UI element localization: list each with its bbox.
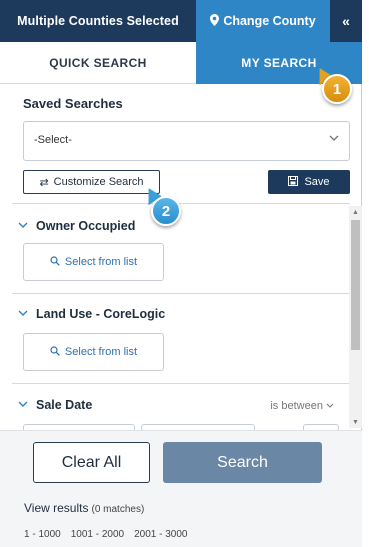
callout-badge-1: 1 bbox=[322, 74, 352, 104]
change-county-label: Change County bbox=[223, 14, 316, 28]
scroll-down-arrow-icon[interactable]: ▼ bbox=[349, 416, 362, 428]
customize-search-label: Customize Search bbox=[53, 176, 144, 188]
filter-title: Owner Occupied bbox=[36, 219, 136, 233]
filter-title: Land Use - CoreLogic bbox=[36, 307, 166, 321]
callout-badge-2: 2 bbox=[151, 196, 181, 226]
result-range-link[interactable]: 1 - 1000 bbox=[24, 529, 61, 540]
filter-title: Sale Date bbox=[36, 398, 93, 412]
tab-quick-search[interactable]: QUICK SEARCH bbox=[0, 42, 196, 84]
scroll-up-arrow-icon[interactable]: ▲ bbox=[349, 206, 362, 218]
clear-all-button[interactable]: Clear All bbox=[33, 442, 150, 483]
search-tabs: QUICK SEARCH MY SEARCH bbox=[0, 42, 362, 84]
sale-date-operator-dropdown[interactable]: is between bbox=[270, 400, 334, 412]
chevron-down-icon bbox=[326, 400, 334, 412]
swap-arrows-icon: ⇄ bbox=[39, 176, 49, 189]
owner-occupied-select-from-list-button[interactable]: Select from list bbox=[23, 243, 164, 281]
top-bar: Multiple Counties Selected Change County… bbox=[0, 0, 362, 42]
filter-scrollbar[interactable]: ▲ ▼ bbox=[349, 206, 362, 428]
chevron-down-icon bbox=[18, 220, 28, 232]
match-count: (0 matches) bbox=[91, 504, 145, 515]
multiple-counties-label: Multiple Counties Selected bbox=[17, 14, 179, 28]
select-from-list-label: Select from list bbox=[64, 256, 138, 268]
search-icon bbox=[50, 345, 60, 359]
chevron-down-icon bbox=[329, 132, 339, 146]
saved-search-select[interactable]: -Select- bbox=[23, 121, 350, 161]
divider bbox=[12, 383, 350, 384]
result-range-link[interactable]: 1001 - 2000 bbox=[71, 529, 124, 540]
search-panel: Multiple Counties Selected Change County… bbox=[0, 0, 362, 547]
save-button[interactable]: Save bbox=[268, 170, 350, 194]
search-footer: Clear All Search View results (0 matches)… bbox=[0, 430, 362, 547]
chevron-down-icon bbox=[18, 308, 28, 320]
map-pin-icon bbox=[210, 13, 220, 29]
operator-label: is between bbox=[270, 400, 323, 412]
divider bbox=[12, 293, 350, 294]
filter-land-use-header[interactable]: Land Use - CoreLogic bbox=[18, 307, 165, 321]
select-from-list-label: Select from list bbox=[64, 346, 138, 358]
save-label: Save bbox=[304, 176, 330, 188]
search-icon bbox=[50, 255, 60, 269]
filter-list: Owner Occupied Select from list Land Use… bbox=[0, 205, 362, 430]
collapse-panel-button[interactable]: « bbox=[330, 0, 362, 42]
change-county-button[interactable]: Change County bbox=[196, 0, 330, 42]
chevron-down-icon bbox=[18, 399, 28, 411]
view-results-text: View results bbox=[24, 501, 89, 515]
saved-searches-heading: Saved Searches bbox=[23, 96, 123, 111]
view-results-label: View results (0 matches) bbox=[24, 501, 144, 515]
search-button[interactable]: Search bbox=[163, 442, 322, 483]
land-use-select-from-list-button[interactable]: Select from list bbox=[23, 333, 164, 371]
filter-owner-occupied-header[interactable]: Owner Occupied bbox=[18, 219, 135, 233]
filter-sale-date-header[interactable]: Sale Date bbox=[18, 398, 92, 412]
saved-search-value: -Select- bbox=[34, 134, 72, 146]
divider bbox=[12, 203, 350, 204]
floppy-disk-icon bbox=[288, 175, 299, 189]
result-range-links: 1 - 1000 1001 - 2000 2001 - 3000 bbox=[24, 529, 187, 540]
scrollbar-thumb[interactable] bbox=[351, 220, 360, 350]
customize-search-button[interactable]: ⇄ Customize Search bbox=[23, 170, 160, 194]
result-range-link[interactable]: 2001 - 3000 bbox=[134, 529, 187, 540]
